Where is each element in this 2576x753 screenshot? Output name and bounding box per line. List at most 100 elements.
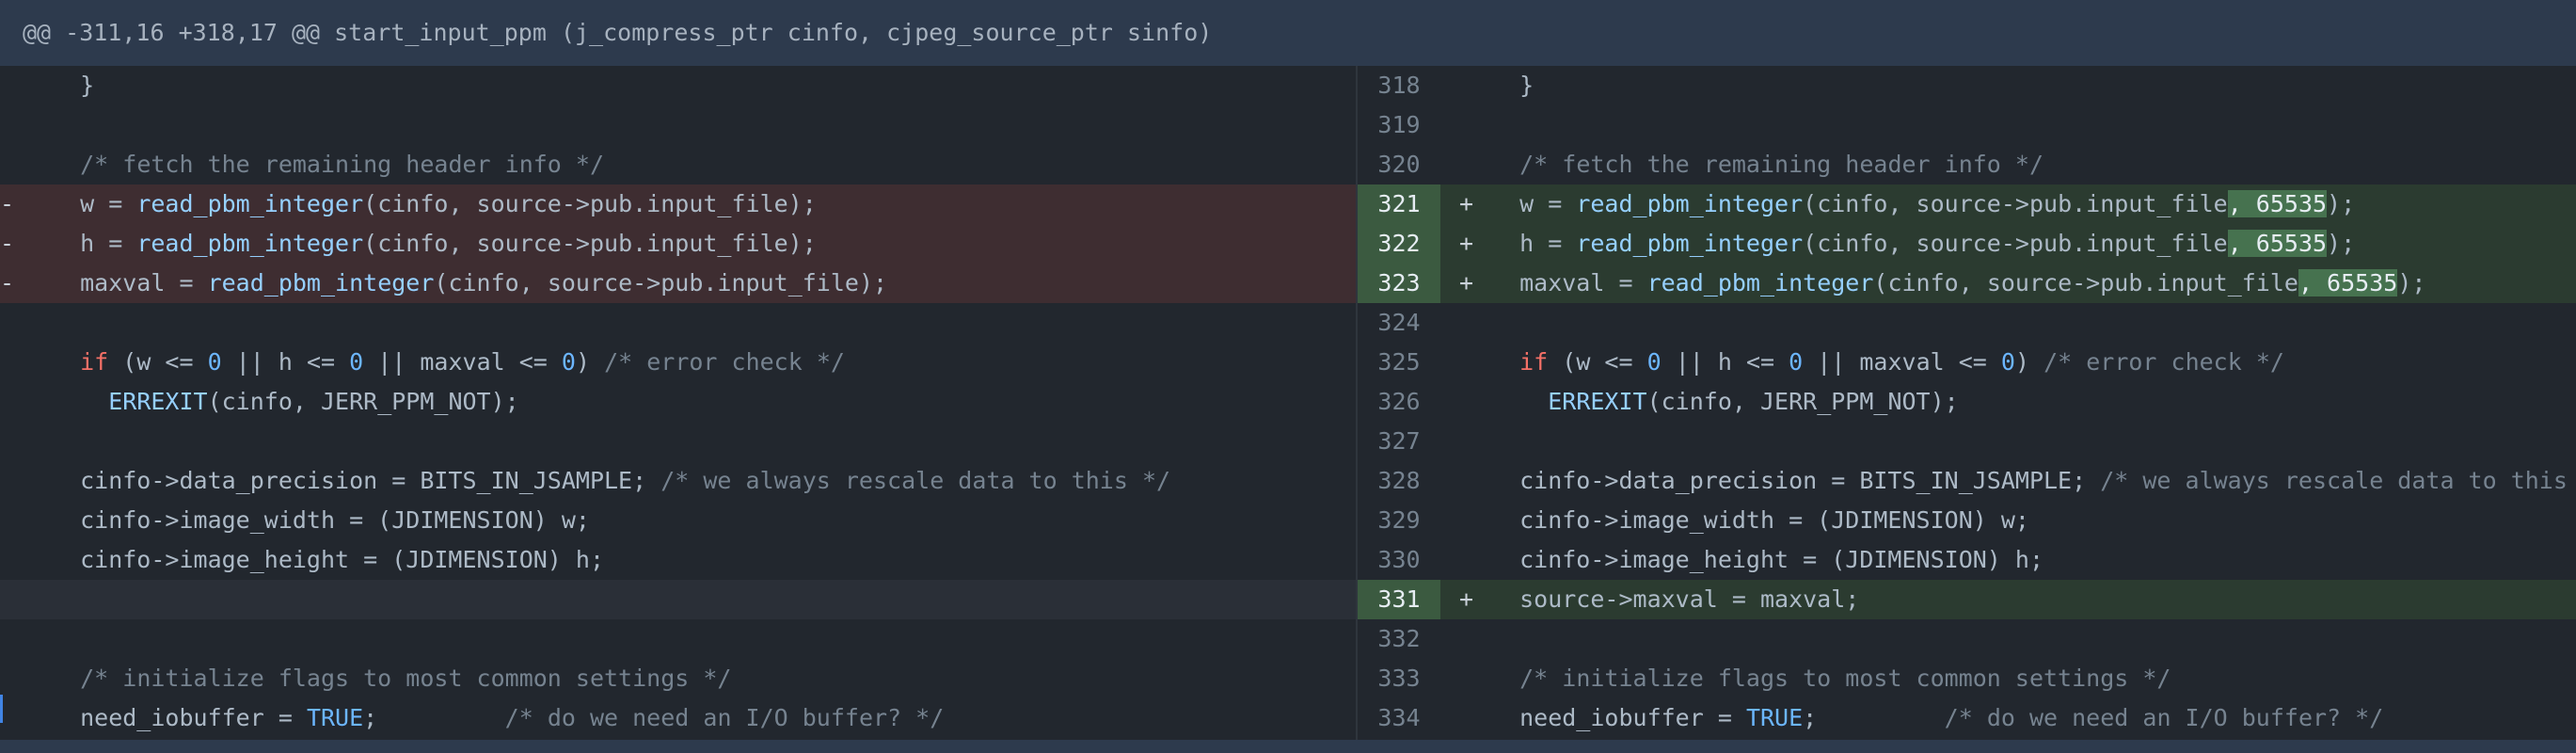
- diff-sign: [1440, 145, 1491, 184]
- right-diff-line[interactable]: 331 + source->maxval = maxval;: [1358, 580, 2576, 619]
- left-diff-line[interactable]: cinfo->data_precision = BITS_IN_JSAMPLE;…: [0, 461, 1356, 501]
- diff-sign: [1440, 540, 1491, 580]
- left-diff-line[interactable]: [0, 619, 1356, 659]
- line-number[interactable]: 331: [1358, 580, 1440, 619]
- right-diff-line[interactable]: 327: [1358, 422, 2576, 461]
- line-number[interactable]: 330: [1358, 540, 1440, 580]
- diff-sign: [0, 659, 52, 698]
- right-diff-line[interactable]: 318 }: [1358, 66, 2576, 105]
- left-diff-line[interactable]: /* initialize flags to most common setti…: [0, 659, 1356, 698]
- code-text: ERREXIT(cinfo, JERR_PPM_NOT);: [108, 388, 519, 415]
- code-text: cinfo->image_width = (JDIMENSION) w;: [1491, 506, 2029, 534]
- diff-sign: [1440, 303, 1491, 343]
- deletion-marker: -: [0, 269, 15, 296]
- left-pane-old: } /* fetch the remaining header info */ -…: [0, 66, 1358, 740]
- right-diff-line[interactable]: 323 + maxval = read_pbm_integer(cinfo, so…: [1358, 264, 2576, 303]
- line-number[interactable]: 332: [1358, 619, 1440, 659]
- right-diff-line[interactable]: 334 need_iobuffer = TRUE; /* do we need …: [1358, 698, 2576, 738]
- line-number[interactable]: 325: [1358, 343, 1440, 382]
- diff-sign: [1440, 698, 1491, 738]
- right-diff-line[interactable]: 330 cinfo->image_height = (JDIMENSION) h…: [1358, 540, 2576, 580]
- right-diff-line[interactable]: 329 cinfo->image_width = (JDIMENSION) w;: [1358, 501, 2576, 540]
- diff-sign: [0, 461, 52, 501]
- diff-sign: [0, 382, 52, 422]
- code-text: cinfo->image_height = (JDIMENSION) h;: [1491, 546, 2043, 573]
- addition-marker: +: [1459, 190, 1474, 217]
- line-number[interactable]: 326: [1358, 382, 1440, 422]
- left-diff-line[interactable]: }: [0, 66, 1356, 105]
- code-text: /* fetch the remaining header info */: [80, 151, 605, 178]
- code-text: h = read_pbm_integer(cinfo, source->pub.…: [52, 230, 817, 257]
- code-text: if (w <= 0 || h <= 0 || maxval <= 0) /* …: [1519, 348, 2284, 376]
- left-diff-line[interactable]: [0, 422, 1356, 461]
- line-number[interactable]: 328: [1358, 461, 1440, 501]
- code-text: }: [52, 72, 95, 99]
- right-diff-line[interactable]: 332: [1358, 619, 2576, 659]
- right-diff-line[interactable]: 321 + w = read_pbm_integer(cinfo, source-…: [1358, 184, 2576, 224]
- diff-sign: [0, 145, 52, 184]
- code-text: ERREXIT(cinfo, JERR_PPM_NOT);: [1548, 388, 1959, 415]
- left-diff-line[interactable]: - h = read_pbm_integer(cinfo, source->pu…: [0, 224, 1356, 264]
- right-diff-line[interactable]: 326 ERREXIT(cinfo, JERR_PPM_NOT);: [1358, 382, 2576, 422]
- line-number[interactable]: 334: [1358, 698, 1440, 738]
- right-diff-line[interactable]: 328 cinfo->data_precision = BITS_IN_JSAM…: [1358, 461, 2576, 501]
- diff-sign: [0, 580, 52, 619]
- left-diff-line[interactable]: [0, 105, 1356, 145]
- line-number[interactable]: 320: [1358, 145, 1440, 184]
- left-diff-line[interactable]: cinfo->image_width = (JDIMENSION) w;: [0, 501, 1356, 540]
- left-diff-line[interactable]: need_iobuffer = TRUE; /* do we need an I…: [0, 698, 1356, 738]
- line-number[interactable]: 322: [1358, 224, 1440, 264]
- code-text: w = read_pbm_integer(cinfo, source->pub.…: [52, 190, 817, 217]
- diff-sign: [1440, 422, 1491, 461]
- right-diff-line[interactable]: 325 if (w <= 0 || h <= 0 || maxval <= 0)…: [1358, 343, 2576, 382]
- left-diff-line[interactable]: ERREXIT(cinfo, JERR_PPM_NOT);: [0, 382, 1356, 422]
- right-diff-line[interactable]: 324: [1358, 303, 2576, 343]
- addition-marker: +: [1459, 585, 1474, 613]
- diff-sign: [1440, 659, 1491, 698]
- left-diff-line[interactable]: - w = read_pbm_integer(cinfo, source->pu…: [0, 184, 1356, 224]
- line-number[interactable]: 324: [1358, 303, 1440, 343]
- right-diff-line[interactable]: 322 + h = read_pbm_integer(cinfo, source-…: [1358, 224, 2576, 264]
- left-diff-line[interactable]: cinfo->image_height = (JDIMENSION) h;: [0, 540, 1356, 580]
- left-diff-line[interactable]: [0, 580, 1356, 619]
- code-text: /* initialize flags to most common setti…: [1519, 665, 2171, 692]
- line-number[interactable]: 333: [1358, 659, 1440, 698]
- left-diff-line[interactable]: - maxval = read_pbm_integer(cinfo, sourc…: [0, 264, 1356, 303]
- deletion-marker: -: [0, 230, 15, 257]
- diff-sign: [1440, 501, 1491, 540]
- line-number[interactable]: 323: [1358, 264, 1440, 303]
- code-text: }: [1491, 72, 1534, 99]
- code-text: cinfo->data_precision = BITS_IN_JSAMPLE;…: [1491, 467, 2576, 494]
- deletion-marker: -: [0, 190, 15, 217]
- left-diff-line[interactable]: /* fetch the remaining header info */: [0, 145, 1356, 184]
- line-number[interactable]: 318: [1358, 66, 1440, 105]
- line-number[interactable]: 321: [1358, 184, 1440, 224]
- diff-sign: [0, 303, 52, 343]
- line-number[interactable]: 329: [1358, 501, 1440, 540]
- left-diff-line[interactable]: [0, 303, 1356, 343]
- right-diff-line[interactable]: 320 /* fetch the remaining header info *…: [1358, 145, 2576, 184]
- code-text: maxval = read_pbm_integer(cinfo, source-…: [52, 269, 888, 296]
- diff-sign: [1440, 66, 1491, 105]
- right-diff-line[interactable]: 319: [1358, 105, 2576, 145]
- right-diff-line[interactable]: 333 /* initialize flags to most common s…: [1358, 659, 2576, 698]
- hunk-header: @@ -311,16 +318,17 @@ start_input_ppm (j…: [0, 0, 2576, 66]
- code-text: need_iobuffer = TRUE; /* do we need an I…: [52, 704, 945, 731]
- split-diff: } /* fetch the remaining header info */ -…: [0, 66, 2576, 740]
- diff-sign: [1440, 382, 1491, 422]
- line-number[interactable]: 327: [1358, 422, 1440, 461]
- diff-sign: [1440, 343, 1491, 382]
- code-text: cinfo->image_width = (JDIMENSION) w;: [52, 506, 590, 534]
- left-diff-line[interactable]: if (w <= 0 || h <= 0 || maxval <= 0) /* …: [0, 343, 1356, 382]
- line-number[interactable]: 319: [1358, 105, 1440, 145]
- diff-sign: [0, 66, 52, 105]
